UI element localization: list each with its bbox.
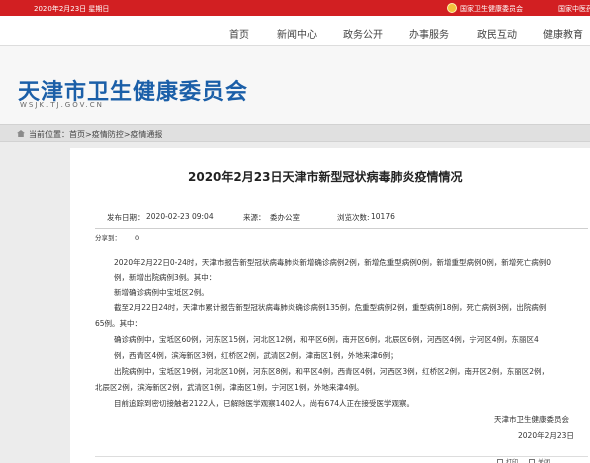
close-icon[interactable] (529, 459, 535, 463)
breadcrumb-text[interactable]: 当前位置：首页>疫情防控>疫情通报 (29, 129, 162, 140)
nav-item-services[interactable]: 办事服务 (409, 26, 449, 41)
share-bar: 分享到： 0 (95, 232, 139, 242)
print-button[interactable]: 打印 (506, 457, 518, 463)
paragraph: 出院病例中，宝坻区19例，河北区10例，河东区8例，和平区4例，西青区4例，河西… (114, 367, 549, 376)
source-label: 来源： (243, 213, 266, 222)
signature-org: 天津市卫生健康委员会 (494, 415, 569, 424)
top-bar: 2020年2月23日 星期日 国家卫生健康委员会 国家中医药 (0, 0, 590, 16)
views-label: 浏览次数: (337, 213, 370, 222)
meta-divider (95, 228, 588, 229)
article-actions: 打印 关闭 (95, 456, 588, 463)
paragraph: 65例。其中： (95, 319, 143, 328)
paragraph: 截至2月22日24时，天津市累计报告新型冠状病毒肺炎确诊病例135例，危重型病例… (114, 303, 547, 312)
nhc-link[interactable]: 国家卫生健康委员会 (460, 4, 523, 14)
nav-item-home[interactable]: 首页 (229, 26, 249, 41)
print-icon[interactable] (497, 459, 503, 463)
paragraph: 新增确诊病例中宝坻区2例。 (114, 288, 209, 297)
paragraph: 北辰区2例，滨海新区2例，武清区1例，津南区1例，宁河区1例，外地来津4例。 (95, 383, 364, 392)
share-label: 分享到： (95, 234, 121, 242)
nav-item-gov-affairs[interactable]: 政务公开 (343, 26, 383, 41)
publish-label: 发布日期： (107, 213, 145, 222)
paragraph: 例，西青区4例，滨海新区3例，红桥区2例，武清区2例，津南区1例，外地来津6例； (114, 351, 398, 360)
nav-item-news[interactable]: 新闻中心 (277, 26, 317, 41)
breadcrumb: 当前位置：首页>疫情防控>疫情通报 (0, 124, 590, 142)
site-domain: WSJK.TJ.GOV.CN (20, 101, 104, 109)
national-emblem-icon (447, 3, 457, 13)
signature-date: 2020年2月23日 (518, 431, 574, 440)
tcm-link[interactable]: 国家中医药 (558, 4, 590, 14)
nav-item-interaction[interactable]: 政民互动 (477, 26, 517, 41)
close-button[interactable]: 关闭 (538, 457, 550, 463)
paragraph: 2020年2月22日0-24时，天津市报告新型冠状病毒肺炎新增确诊病例2例，新增… (114, 258, 552, 267)
nav-item-health-edu[interactable]: 健康教育 (543, 26, 583, 41)
publish-date: 2020-02-23 09:04 (146, 212, 214, 221)
paragraph: 目前追踪到密切接触者2122人，已解除医学观察1402人，尚有674人正在接受医… (114, 399, 414, 408)
current-date: 2020年2月23日 星期日 (34, 5, 110, 13)
source-value: 委办公室 (270, 213, 300, 222)
article-title: 2020年2月23日天津市新型冠状病毒肺炎疫情情况 (188, 170, 463, 184)
views-count: 10176 (371, 212, 395, 221)
main-nav: 首页 新闻中心 政务公开 办事服务 政民互动 健康教育 (0, 16, 590, 46)
share-count[interactable]: 0 (135, 234, 139, 242)
paragraph: 确诊病例中，宝坻区60例，河东区15例，河北区12例，和平区6例，南开区6例，北… (114, 335, 539, 344)
home-icon (17, 130, 25, 137)
paragraph: 例，新增出院病例3例。其中： (114, 273, 217, 282)
